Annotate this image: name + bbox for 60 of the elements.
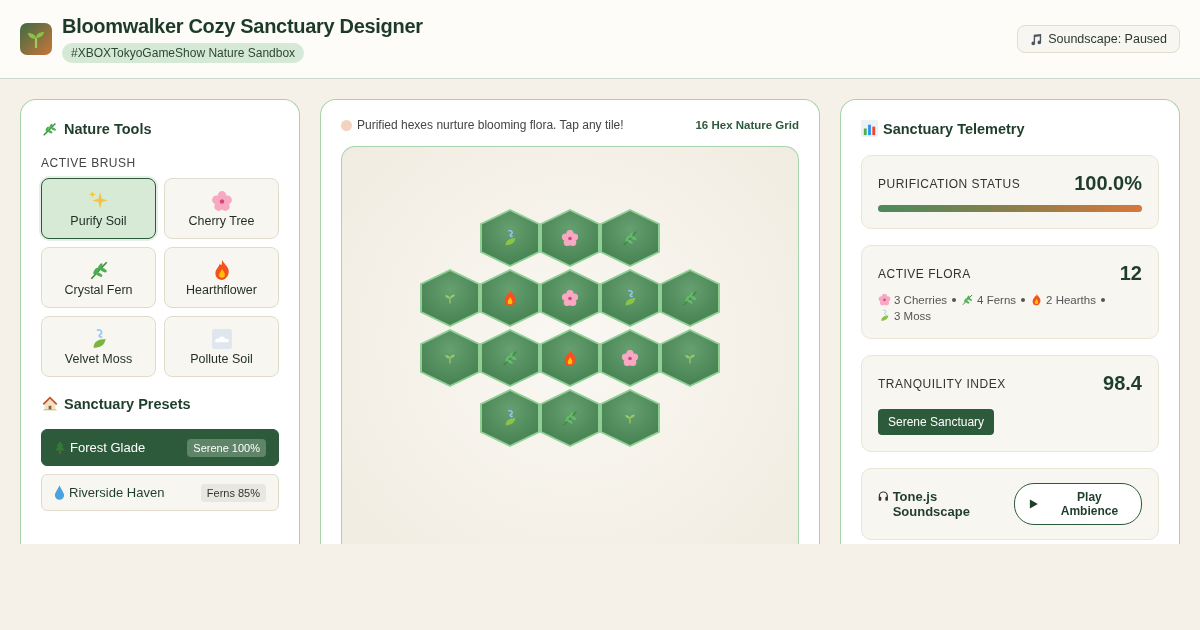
fern-icon (501, 349, 519, 367)
sprout-icon (624, 412, 636, 424)
cherry-icon (210, 189, 233, 212)
panel-title: Sanctuary Telemetry (883, 120, 1025, 137)
app-title: Bloomwalker Cozy Sanctuary Designer (62, 15, 423, 38)
fern-icon (561, 409, 579, 427)
cloud-icon (210, 327, 233, 350)
stat-value: 100.0% (1074, 172, 1142, 195)
stat-value: 12 (1119, 262, 1142, 285)
flora-count: 3 Moss (894, 309, 932, 322)
pine-tree-icon (54, 440, 66, 455)
preset-button[interactable]: Riverside Haven Ferns 85% (41, 474, 279, 511)
flora-count: 3 Cherries (894, 293, 948, 306)
sprout-icon (444, 292, 456, 304)
section-label: ACTIVE BRUSH (41, 156, 137, 170)
brush-button[interactable]: Hearthflower (164, 247, 279, 308)
music-note-icon (1030, 32, 1044, 46)
fern-icon (681, 289, 699, 307)
bullet-dot (1100, 297, 1105, 302)
bullet-dot (952, 297, 957, 302)
sprout-icon (444, 352, 456, 364)
stat-label: PURIFICATION STATUS (878, 176, 1021, 191)
play-icon (1029, 499, 1038, 509)
stat-label: ACTIVE FLORA (878, 266, 971, 281)
panel-title: Sanctuary Presets (64, 396, 191, 412)
sprout-logo-icon (20, 23, 52, 55)
flora-count: 4 Ferns (977, 293, 1017, 306)
sound-title: Tone.js Soundscape (892, 489, 971, 519)
hashtag-pill: #XBOXTokyoGameShow Nature Sandbox (62, 43, 305, 63)
brush-button[interactable]: Crystal Fern (41, 247, 156, 308)
brush-button[interactable]: Pollute Soil (164, 316, 279, 377)
preset-badge: Ferns 85% (200, 483, 266, 502)
brush-button[interactable]: Cherry Tree (164, 178, 279, 239)
droplet-icon (54, 485, 65, 500)
preset-badge: Serene 100% (187, 438, 266, 457)
preset-button[interactable]: Forest Glade Serene 100% (41, 429, 279, 466)
cherry-icon (561, 229, 579, 247)
soundscape-button[interactable]: Soundscape: Paused (1017, 25, 1180, 53)
bar-chart-icon (861, 120, 878, 137)
headphones-icon (878, 489, 889, 503)
bullet-dot (1021, 297, 1026, 302)
cherry-icon (621, 349, 639, 367)
status-badge: Serene Sanctuary (878, 409, 995, 435)
fern-icon (961, 293, 975, 306)
cherry-icon (878, 293, 891, 306)
grid-label: 16 Hex Nature Grid (695, 119, 799, 131)
panel-title: Nature Tools (64, 121, 152, 137)
stat-value: 98.4 (1103, 372, 1142, 395)
status-dot (341, 119, 352, 131)
house-icon (41, 395, 59, 413)
cherry-icon (561, 289, 579, 307)
brush-button[interactable]: Velvet Moss (41, 316, 156, 377)
stat-label: TRANQUILITY INDEX (878, 376, 1006, 391)
moss-icon (878, 309, 891, 322)
flora-count: 2 Hearths (1046, 293, 1096, 306)
sprout-icon (684, 352, 696, 364)
grid-hint: Purified hexes nurture blooming flora. Tap any tile! (357, 118, 624, 132)
brush-button[interactable]: Purify Soil (41, 178, 156, 239)
fern-icon (621, 229, 639, 247)
play-button[interactable]: Play Ambience (1014, 483, 1142, 525)
